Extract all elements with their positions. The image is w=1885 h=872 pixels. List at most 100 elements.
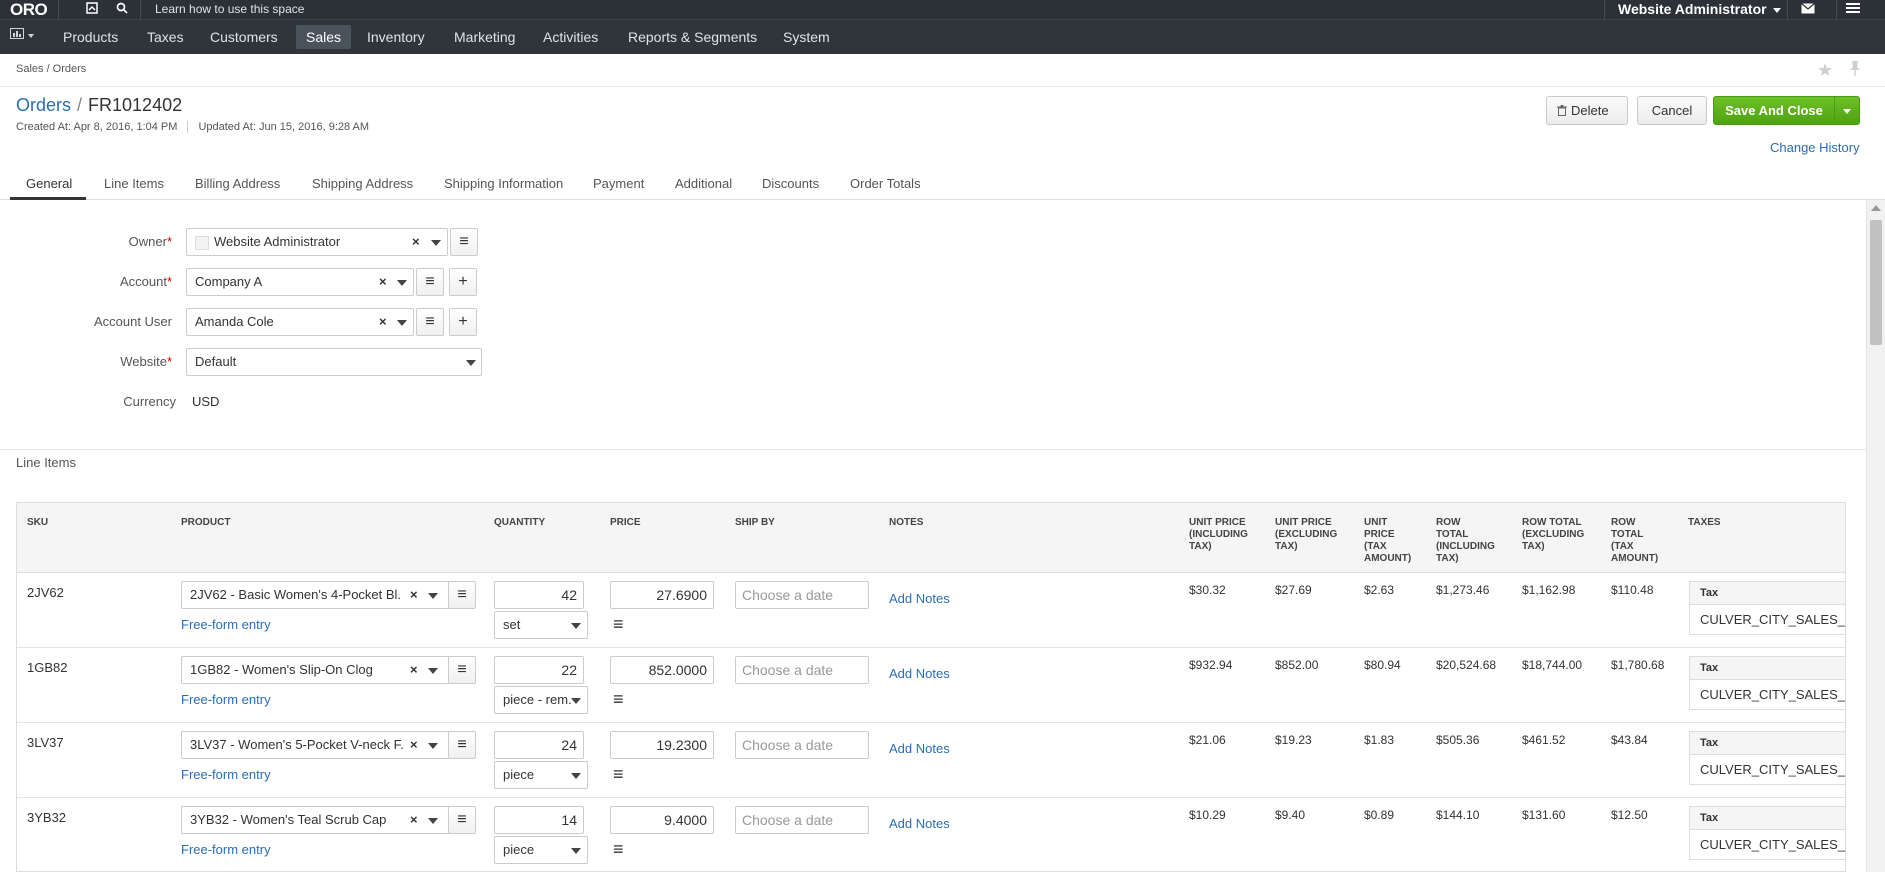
tab-general[interactable]: General [10, 175, 87, 200]
add-notes-link[interactable]: Add Notes [889, 816, 950, 831]
unit-select[interactable]: piece [494, 836, 588, 864]
tab-shipping-information[interactable]: Shipping Information [444, 175, 563, 193]
tab-additional[interactable]: Additional [675, 175, 732, 193]
product-list-button[interactable]: ≡ [448, 581, 476, 609]
tab-billing-address[interactable]: Billing Address [195, 175, 280, 193]
nav-item-reports-segments[interactable]: Reports & Segments [618, 25, 767, 49]
product-list-button[interactable]: ≡ [448, 656, 476, 684]
tab-discounts[interactable]: Discounts [762, 175, 819, 193]
unit-select[interactable]: piece - rem. [494, 686, 588, 714]
chevron-down-icon[interactable] [428, 668, 438, 674]
product-list-button[interactable]: ≡ [448, 806, 476, 834]
close-icon[interactable]: × [379, 309, 387, 335]
close-icon[interactable]: × [412, 229, 420, 255]
free-form-entry-link[interactable]: Free-form entry [181, 842, 271, 857]
save-options-dropdown[interactable] [1834, 96, 1860, 125]
nav-item-sales[interactable]: Sales [296, 25, 352, 49]
free-form-entry-link[interactable]: Free-form entry [181, 767, 271, 782]
chevron-down-icon[interactable] [397, 320, 407, 326]
add-account-button[interactable]: + [449, 268, 477, 296]
ship-by-date-input[interactable]: Choose a date [735, 806, 869, 834]
product-select[interactable]: 3LV37 - Women's 5-Pocket V-neck F. × [181, 731, 473, 759]
price-list-icon[interactable]: ≡ [613, 765, 624, 783]
chevron-down-icon[interactable] [431, 240, 441, 246]
owner-list-button[interactable]: ≡ [450, 228, 478, 256]
price-list-icon[interactable]: ≡ [613, 615, 624, 633]
chevron-down-icon[interactable] [428, 743, 438, 749]
price-input[interactable]: 852.0000 [610, 656, 714, 684]
account-list-button[interactable]: ≡ [416, 268, 444, 296]
save-and-close-button[interactable]: Save And Close [1713, 96, 1835, 125]
nav-item-system[interactable]: System [773, 25, 840, 49]
pin-board-icon[interactable] [84, 2, 100, 18]
change-history-link[interactable]: Change History [1770, 140, 1860, 155]
close-icon[interactable]: × [410, 807, 418, 833]
ship-by-date-input[interactable]: Choose a date [735, 581, 869, 609]
add-account-user-button[interactable]: + [449, 308, 477, 336]
nav-item-inventory[interactable]: Inventory [357, 25, 435, 49]
chevron-down-icon[interactable] [466, 360, 476, 366]
user-menu[interactable]: Website Administrator [1618, 0, 1781, 19]
unit-select[interactable]: set [494, 611, 588, 639]
product-list-button[interactable]: ≡ [448, 731, 476, 759]
row-total-incl-cell: $505.36 [1436, 733, 1480, 747]
product-select[interactable]: 1GB82 - Women's Slip-On Clog × [181, 656, 473, 684]
tab-payment[interactable]: Payment [593, 175, 644, 193]
close-icon[interactable]: × [410, 582, 418, 608]
website-select[interactable]: Default [186, 348, 482, 376]
pin-icon[interactable] [1848, 60, 1862, 81]
nav-item-products[interactable]: Products [53, 25, 128, 49]
chevron-down-icon[interactable] [428, 818, 438, 824]
menu-icon[interactable] [1845, 2, 1861, 18]
free-form-entry-link[interactable]: Free-form entry [181, 617, 271, 632]
learn-link[interactable]: Learn how to use this space [155, 0, 304, 19]
price-list-icon[interactable]: ≡ [613, 690, 624, 708]
ship-by-date-input[interactable]: Choose a date [735, 656, 869, 684]
scroll-up-icon[interactable] [1871, 205, 1881, 211]
scrollbar-thumb[interactable] [1870, 220, 1882, 345]
oro-logo[interactable]: ORO [10, 0, 48, 19]
account-user-select[interactable]: Amanda Cole × [186, 308, 414, 336]
quantity-input[interactable]: 22 [494, 656, 584, 684]
price-input[interactable]: 27.6900 [610, 581, 714, 609]
search-icon[interactable] [114, 2, 130, 18]
orders-link[interactable]: Orders [16, 95, 71, 115]
quantity-input[interactable]: 42 [494, 581, 584, 609]
price-input[interactable]: 9.4000 [610, 806, 714, 834]
chevron-down-icon[interactable] [428, 593, 438, 599]
tab-order-totals[interactable]: Order Totals [850, 175, 921, 193]
cancel-button[interactable]: Cancel [1637, 96, 1707, 125]
unit-select[interactable]: piece [494, 761, 588, 789]
account-user-list-button[interactable]: ≡ [416, 308, 444, 336]
close-icon[interactable]: × [379, 269, 387, 295]
account-select[interactable]: Company A × [186, 268, 414, 296]
page-scrollbar[interactable] [1866, 200, 1885, 872]
envelope-icon[interactable] [1800, 2, 1816, 18]
row-total-tax-cell: $43.84 [1611, 733, 1648, 747]
add-notes-link[interactable]: Add Notes [889, 591, 950, 606]
chevron-down-icon[interactable] [397, 280, 407, 286]
product-select[interactable]: 3YB32 - Women's Teal Scrub Cap × [181, 806, 473, 834]
add-notes-link[interactable]: Add Notes [889, 666, 950, 681]
close-icon[interactable]: × [410, 732, 418, 758]
nav-item-customers[interactable]: Customers [200, 25, 288, 49]
price-input[interactable]: 19.2300 [610, 731, 714, 759]
nav-item-taxes[interactable]: Taxes [137, 25, 194, 49]
delete-button[interactable]: Delete [1546, 96, 1628, 125]
tab-line-items[interactable]: Line Items [104, 175, 164, 193]
nav-item-marketing[interactable]: Marketing [444, 25, 525, 49]
free-form-entry-link[interactable]: Free-form entry [181, 692, 271, 707]
nav-item-activities[interactable]: Activities [533, 25, 608, 49]
quantity-input[interactable]: 14 [494, 806, 584, 834]
ship-by-date-input[interactable]: Choose a date [735, 731, 869, 759]
quantity-input[interactable]: 24 [494, 731, 584, 759]
close-icon[interactable]: × [410, 657, 418, 683]
price-list-icon[interactable]: ≡ [613, 840, 624, 858]
tab-shipping-address[interactable]: Shipping Address [312, 175, 413, 193]
tax-code-cell: CULVER_CITY_SALES_ [1689, 680, 1845, 710]
product-select[interactable]: 2JV62 - Basic Women's 4-Pocket Bl. × [181, 581, 473, 609]
owner-select[interactable]: Website Administrator × [186, 228, 448, 256]
dashboard-menu[interactable] [10, 28, 34, 42]
add-notes-link[interactable]: Add Notes [889, 741, 950, 756]
star-icon[interactable]: ★ [1817, 60, 1833, 81]
